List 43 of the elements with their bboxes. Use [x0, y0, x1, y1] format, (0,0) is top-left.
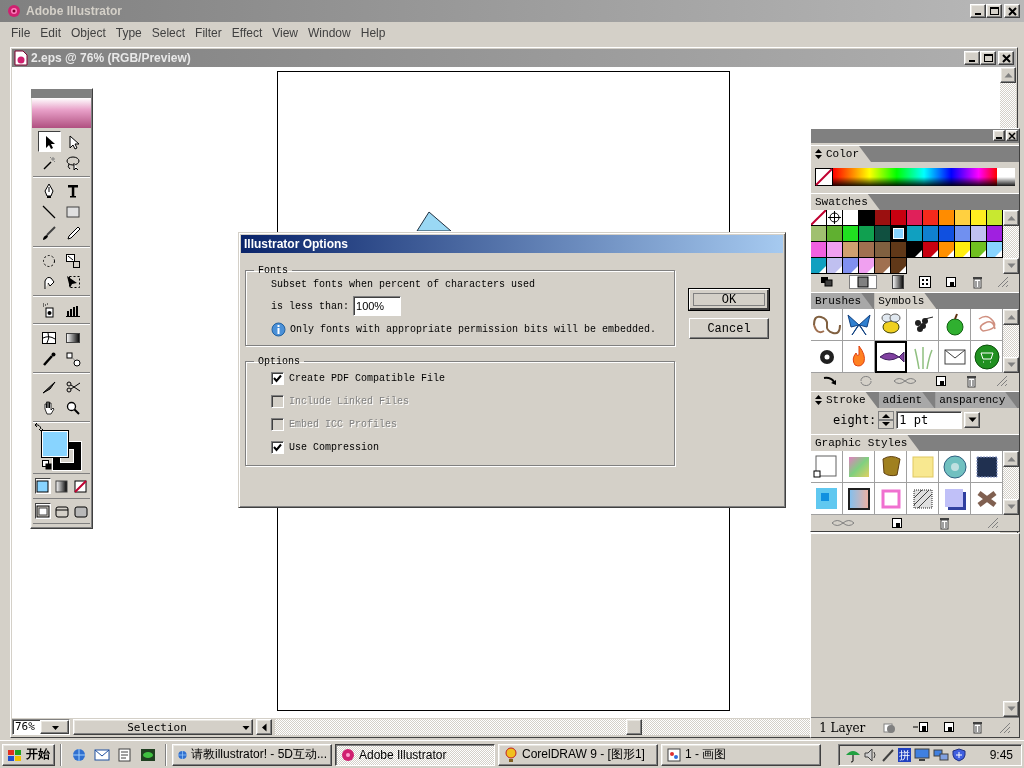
- dialog-button[interactable]: OK: [689, 289, 769, 310]
- menu-item[interactable]: Type: [110, 26, 147, 40]
- dialog-title: Illustrator Options: [244, 237, 348, 251]
- menu-item[interactable]: Filter: [190, 26, 227, 40]
- subset-label: Subset fonts when percent of characters used: [271, 279, 536, 290]
- app-title: Adobe Illustrator: [26, 4, 122, 18]
- palette-tab[interactable]: Swatches: [811, 194, 880, 210]
- palette-tab[interactable]: Color: [811, 146, 871, 162]
- palette-tab[interactable]: Symbols: [874, 293, 937, 309]
- checkbox-label[interactable]: Create PDF Compatible File: [289, 373, 446, 384]
- checkbox-label[interactable]: Use Compression: [289, 442, 379, 453]
- zoom-field[interactable]: 76%: [12, 719, 70, 735]
- input-method-indicator[interactable]: 拼: [898, 747, 911, 762]
- dialog-button[interactable]: Cancel: [689, 318, 769, 339]
- layer-count: 1 Layer: [819, 720, 866, 735]
- start-button[interactable]: 开始: [2, 743, 55, 766]
- palette-tab[interactable]: ansparency: [935, 392, 1018, 408]
- status-dropdown[interactable]: Selection: [73, 719, 253, 735]
- less-than-label: is less than:: [271, 300, 349, 312]
- weight-field[interactable]: 1 pt: [896, 411, 963, 429]
- menu-item[interactable]: Select: [146, 26, 191, 40]
- menu-item[interactable]: Object: [66, 26, 111, 40]
- palette-tab[interactable]: adient: [878, 392, 935, 408]
- menu-item[interactable]: Effect: [226, 26, 268, 40]
- menu-item[interactable]: View: [267, 26, 304, 40]
- weight-label: eight:: [833, 413, 877, 427]
- group-legend: Options: [254, 356, 304, 367]
- info-text: Only fonts with appropriate permission bits will be embedded.: [290, 324, 657, 335]
- menu-item[interactable]: Help: [355, 26, 391, 40]
- clock: 9:45: [989, 747, 1013, 762]
- menu-item[interactable]: File: [6, 26, 36, 40]
- taskbar-button[interactable]: 请教illustrator! - 5D互动...: [172, 743, 332, 766]
- group-legend: Fonts: [254, 265, 292, 276]
- palette-tab[interactable]: Brushes: [811, 293, 874, 309]
- menu-item[interactable]: Window: [303, 26, 356, 40]
- taskbar-button[interactable]: CorelDRAW 9 - [图形1]: [498, 743, 658, 766]
- document-title: 2.eps @ 76% (RGB/Preview): [31, 51, 191, 65]
- percent-field[interactable]: 100%: [353, 296, 401, 316]
- palette-tab[interactable]: Graphic Styles: [811, 435, 920, 451]
- taskbar-button[interactable]: Adobe Illustrator: [335, 743, 495, 766]
- menu-item[interactable]: Edit: [35, 26, 67, 40]
- taskbar-button[interactable]: 1 - 画图: [661, 743, 821, 766]
- palette-tab[interactable]: Stroke: [811, 392, 878, 408]
